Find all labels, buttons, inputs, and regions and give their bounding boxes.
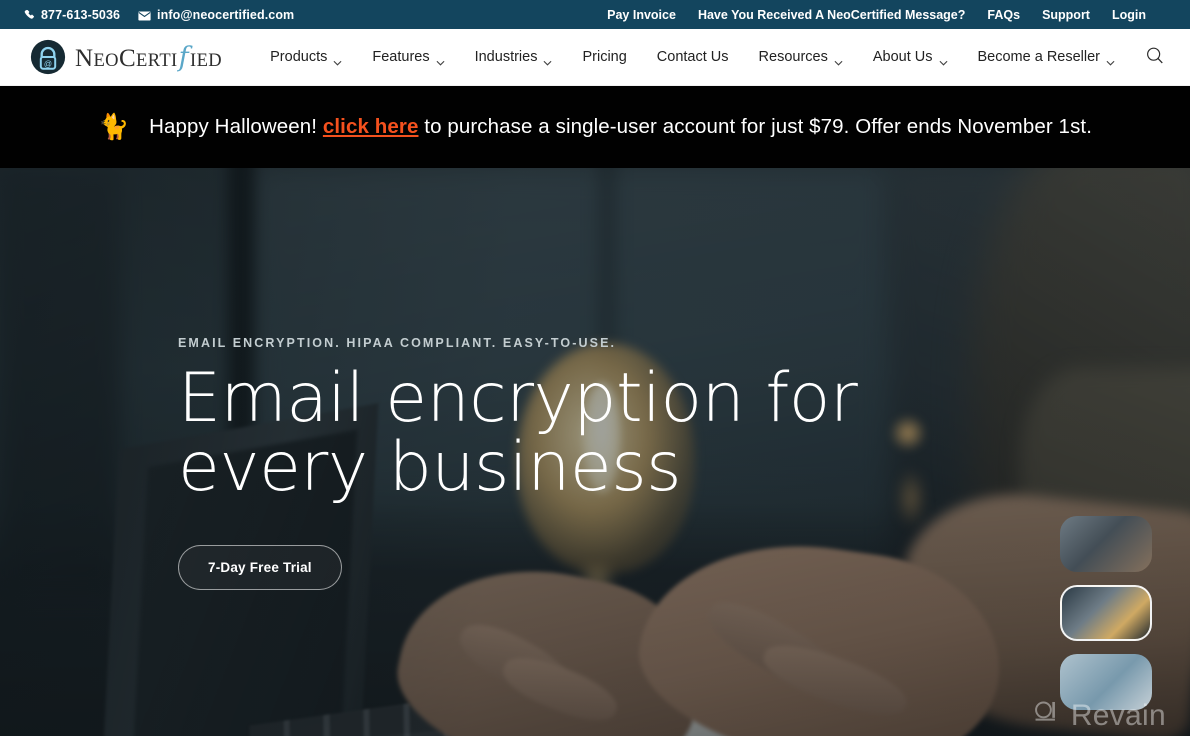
nav-label: About Us (872, 49, 933, 65)
promo-click-here-link[interactable]: click here (323, 115, 419, 138)
support-link[interactable]: Support (1042, 8, 1090, 22)
promo-banner-text: Happy Halloween! click here to purchase … (149, 115, 1092, 139)
chevron-down-icon (939, 54, 948, 66)
search-button[interactable] (1142, 44, 1168, 70)
pay-invoice-link[interactable]: Pay Invoice (607, 8, 676, 22)
received-message-link[interactable]: Have You Received A NeoCertified Message… (698, 8, 965, 22)
nav-label: Features (372, 49, 430, 65)
mail-icon (138, 10, 151, 20)
topbar-contact-group: 877-613-5036 info@neocertified.com (24, 8, 294, 22)
site-header: @ NEOCERTIfIED Products Features Industr… (0, 29, 1190, 86)
chevron-down-icon (333, 54, 342, 66)
phone-icon (24, 8, 35, 21)
nav-item-products[interactable]: Products (255, 49, 357, 66)
nav-item-become-a-reseller[interactable]: Become a Reseller (963, 49, 1131, 66)
search-icon (1145, 46, 1165, 69)
email-address: info@neocertified.com (157, 7, 295, 22)
nav-item-about-us[interactable]: About Us (858, 49, 963, 66)
hero-eyebrow: EMAIL ENCRYPTION. HIPAA COMPLIANT. EASY-… (178, 336, 617, 350)
promo-banner: 🐈 Happy Halloween! click here to purchas… (0, 86, 1190, 168)
nav-item-contact-us[interactable]: Contact Us (642, 49, 744, 65)
faqs-link[interactable]: FAQs (987, 8, 1020, 22)
main-navigation: Products Features Industries Pricing Con… (255, 44, 1168, 70)
topbar-links-group: Pay Invoice Have You Received A NeoCerti… (607, 8, 1168, 22)
revain-watermark: Revain (1032, 698, 1166, 733)
page-title: Email encryption for every business (178, 359, 858, 508)
slide-thumb-2[interactable] (1060, 585, 1152, 641)
hero-section: EMAIL ENCRYPTION. HIPAA COMPLIANT. EASY-… (0, 168, 1190, 745)
nav-item-industries[interactable]: Industries (460, 49, 568, 66)
free-trial-button[interactable]: 7-Day Free Trial (178, 544, 342, 590)
padlock-at-logo-icon: @ (30, 39, 66, 75)
nav-item-resources[interactable]: Resources (744, 49, 858, 66)
phone-link[interactable]: 877-613-5036 (24, 8, 120, 22)
chevron-down-icon (436, 54, 445, 66)
site-logo[interactable]: @ NEOCERTIfIED (30, 39, 222, 75)
nav-item-features[interactable]: Features (357, 49, 459, 66)
svg-text:@: @ (44, 59, 52, 68)
promo-text-after: to purchase a single-user account for ju… (418, 115, 1093, 138)
slide-thumb-1[interactable] (1060, 516, 1152, 572)
nav-label: Products (270, 49, 328, 65)
nav-label: Pricing (582, 49, 627, 65)
phone-number: 877-613-5036 (41, 7, 121, 22)
chevron-down-icon (543, 54, 552, 66)
revain-logo-icon (1032, 698, 1062, 733)
email-link[interactable]: info@neocertified.com (138, 8, 294, 22)
nav-label: Industries (474, 49, 538, 65)
revain-watermark-text: Revain (1070, 698, 1166, 732)
chevron-down-icon (1106, 54, 1115, 66)
hero-bottom-strip (0, 736, 1190, 745)
promo-text-before: Happy Halloween! (149, 115, 323, 138)
cat-emoji: 🐈 (97, 112, 130, 141)
nav-label: Become a Reseller (977, 49, 1101, 65)
hero-copy: EMAIL ENCRYPTION. HIPAA COMPLIANT. EASY-… (178, 336, 938, 590)
login-link[interactable]: Login (1112, 8, 1146, 22)
nav-label: Resources (758, 49, 828, 65)
top-utility-bar: 877-613-5036 info@neocertified.com Pay I… (0, 0, 1190, 29)
nav-label: Contact Us (656, 49, 729, 65)
chevron-down-icon (834, 54, 843, 66)
nav-item-pricing[interactable]: Pricing (567, 49, 641, 65)
logo-wordmark: NEOCERTIfIED (75, 41, 223, 73)
hero-slide-thumbnails (1060, 516, 1152, 710)
